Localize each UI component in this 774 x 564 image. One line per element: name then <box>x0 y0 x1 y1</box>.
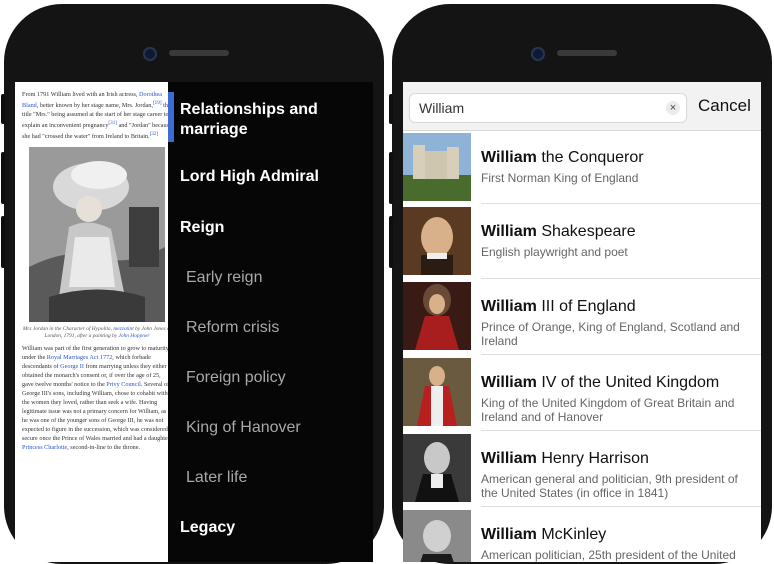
result-title: William the Conqueror <box>481 149 644 167</box>
result-title-match: William <box>481 374 537 391</box>
toc-item-lord-high-admiral[interactable]: Lord High Admiral <box>180 168 373 186</box>
reference-link[interactable]: [19] <box>153 100 162 106</box>
mrs-jordan-portrait-image[interactable] <box>29 147 165 323</box>
toc-item-relationships-and-marriage[interactable]: Relationships and marriage <box>180 100 330 140</box>
william-iii-thumbnail-image <box>403 282 471 350</box>
text: . Several of George III's sons, includin… <box>22 381 172 443</box>
link-john-hoppner[interactable]: John Hoppner <box>118 333 149 339</box>
article-paragraph: From 1791 William lived with an Irish ac… <box>22 90 172 141</box>
result-description: First Norman King of England <box>481 171 639 185</box>
toc-item-legacy[interactable]: Legacy <box>180 519 373 537</box>
article-paragraph: William was part of the first generation… <box>22 344 172 452</box>
result-title-match: William <box>481 450 537 467</box>
front-camera <box>531 47 545 61</box>
william-iv-thumbnail-image <box>403 358 471 426</box>
result-title-rest: Shakespeare <box>536 223 636 240</box>
result-description: American politician, 25th president of t… <box>481 548 736 562</box>
search-result-item[interactable]: William McKinley American politician, 25… <box>403 507 761 562</box>
search-result-item[interactable]: William III of England Prince of Orange,… <box>403 279 761 353</box>
result-title-rest: the Conqueror <box>536 149 644 166</box>
result-thumbnail <box>403 133 471 201</box>
search-result-item[interactable]: William the Conqueror First Norman King … <box>403 130 761 204</box>
result-title-match: William <box>481 526 537 543</box>
screen-right: William × Cancel William the Conqueror F… <box>403 82 761 562</box>
search-result-item[interactable]: William IV of the United Kingdom King of… <box>403 355 761 429</box>
result-title: William Shakespeare <box>481 223 636 241</box>
link-george-ii[interactable]: George II <box>60 363 84 370</box>
link-princess-charlotte[interactable]: Princess Charlotte <box>22 444 67 451</box>
result-title-match: William <box>481 298 537 315</box>
result-title: William Henry Harrison <box>481 450 649 468</box>
earpiece-speaker <box>557 50 617 56</box>
text: , better known by her stage name, Mrs. J… <box>36 102 153 110</box>
article-figure: Mrs Jordan in the Character of Hypolita,… <box>22 147 172 340</box>
link-royal-marriages-act[interactable]: Royal Marriages Act 1772 <box>47 354 112 361</box>
result-title-match: William <box>481 223 537 240</box>
result-title: William III of England <box>481 298 636 316</box>
volume-up-button <box>389 152 393 204</box>
text: From 1791 William lived with an Irish ac… <box>22 91 140 98</box>
result-description: King of the United Kingdom of Great Brit… <box>481 396 735 424</box>
search-result-item[interactable]: William Shakespeare English playwright a… <box>403 204 761 278</box>
toc-item-early-reign[interactable]: Early reign <box>186 269 373 287</box>
link-mezzotint[interactable]: mezzotint <box>113 326 133 332</box>
toc-active-indicator <box>168 92 174 142</box>
toc-item-reign[interactable]: Reign <box>180 219 373 237</box>
mute-switch <box>389 94 393 124</box>
result-title-match: William <box>481 149 537 166</box>
toc-item-king-of-hanover[interactable]: King of Hanover <box>186 419 373 437</box>
toc-item-reform-crisis[interactable]: Reform crisis <box>186 319 373 337</box>
result-thumbnail <box>403 207 471 275</box>
reference-link[interactable]: [31] <box>108 120 117 126</box>
volume-down-button <box>1 216 5 268</box>
reference-link[interactable]: [32] <box>150 131 159 137</box>
mute-switch <box>1 94 5 124</box>
result-title-rest: III of England <box>536 298 636 315</box>
screen-left: From 1791 William lived with an Irish ac… <box>15 82 373 562</box>
result-title-rest: McKinley <box>536 526 607 543</box>
result-thumbnail <box>403 358 471 426</box>
result-thumbnail <box>403 282 471 350</box>
result-title: William IV of the United Kingdom <box>481 374 719 392</box>
result-title-rest: Henry Harrison <box>536 450 649 467</box>
result-description: English playwright and poet <box>481 245 628 259</box>
result-thumbnail <box>403 434 471 502</box>
cancel-button[interactable]: Cancel <box>698 96 751 116</box>
table-of-contents: Relationships and marriage Lord High Adm… <box>168 82 373 562</box>
result-description: American general and politician, 9th pre… <box>481 472 738 500</box>
shakespeare-thumbnail-image <box>403 207 471 275</box>
search-result-item[interactable]: William Henry Harrison American general … <box>403 431 761 505</box>
phone-frame-left: From 1791 William lived with an Irish ac… <box>1 4 384 564</box>
toc-item-later-life[interactable]: Later life <box>186 469 373 487</box>
castle-thumbnail-image <box>403 133 471 201</box>
harrison-thumbnail-image <box>403 434 471 502</box>
volume-up-button <box>1 152 5 204</box>
article-body: From 1791 William lived with an Irish ac… <box>15 82 179 452</box>
figure-caption: Mrs Jordan in the Character of Hypolita,… <box>22 326 172 340</box>
result-title-rest: IV of the United Kingdom <box>536 374 720 391</box>
result-title: William McKinley <box>481 526 606 544</box>
volume-down-button <box>389 216 393 268</box>
toc-item-foreign-policy[interactable]: Foreign policy <box>186 369 373 387</box>
earpiece-speaker <box>169 50 229 56</box>
front-camera <box>143 47 157 61</box>
text: Mrs Jordan in the Character of Hypolita, <box>22 326 114 333</box>
result-thumbnail <box>403 510 471 562</box>
search-bar: William × Cancel <box>403 82 761 131</box>
search-input[interactable]: William <box>409 93 687 123</box>
portrait-illustration <box>29 147 165 323</box>
mckinley-thumbnail-image <box>403 510 471 562</box>
clear-search-icon[interactable]: × <box>666 101 680 115</box>
text: , second-in-line to the throne. <box>67 444 141 452</box>
link-privy-council[interactable]: Privy Council <box>106 381 141 388</box>
result-description: Prince of Orange, King of England, Scotl… <box>481 320 740 348</box>
